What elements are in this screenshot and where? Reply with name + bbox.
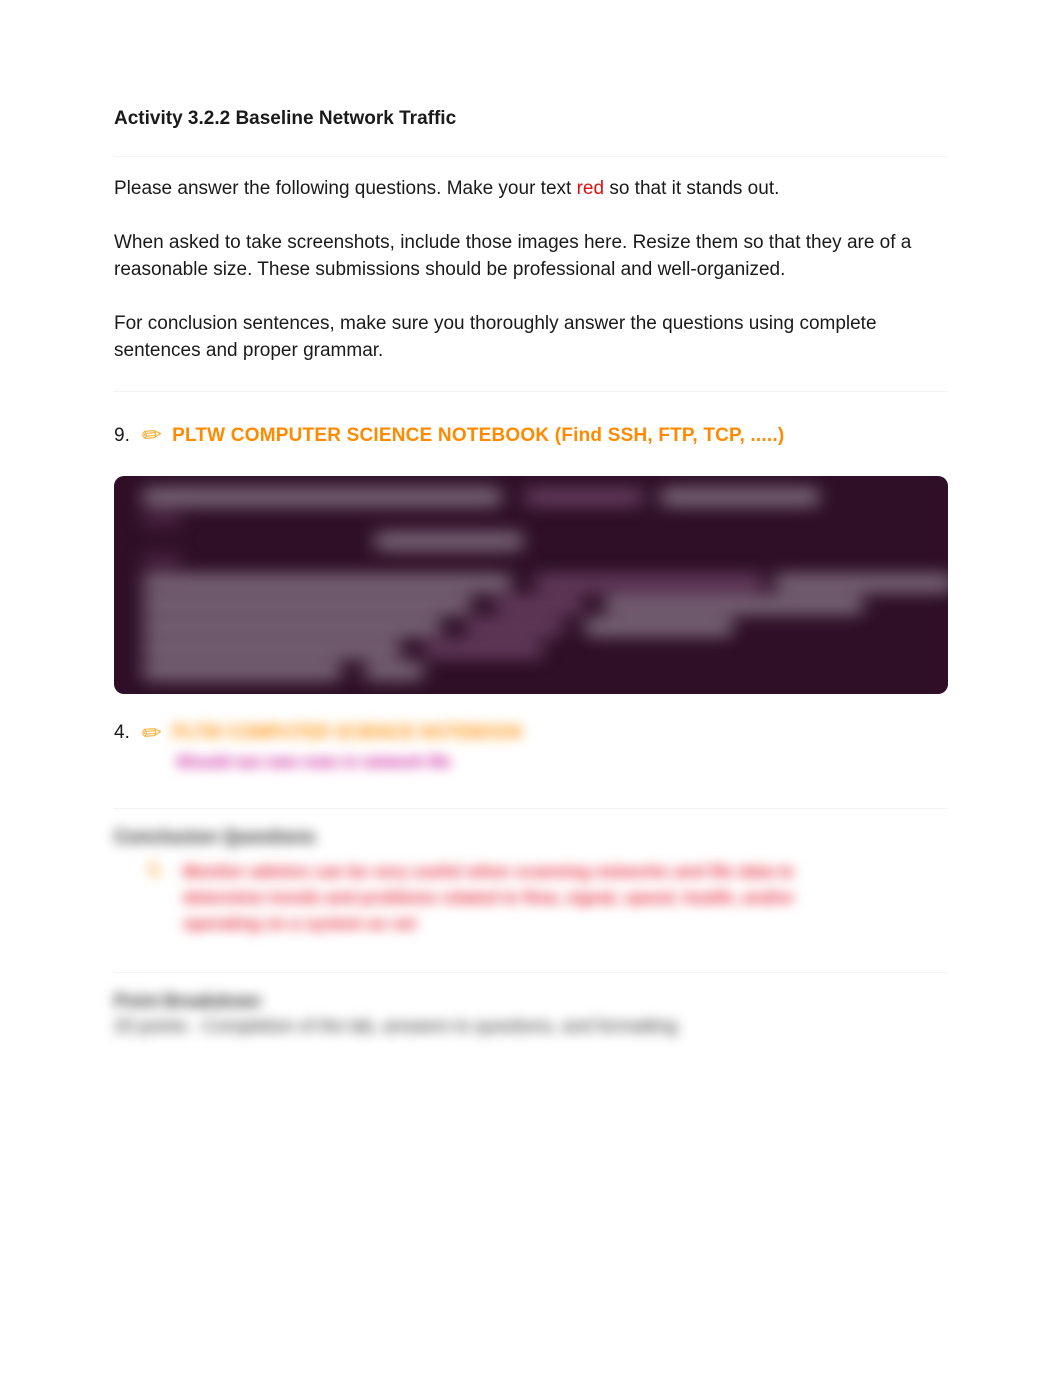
red-word: red (577, 178, 604, 199)
conclusion-item-body-blurred: Monitor admins can be very useful when s… (183, 859, 823, 938)
section-4-row: 4. ✏ PLTW COMPUTER SCIENCE NOTEBOOK (114, 722, 948, 746)
notebook-heading-4-blurred: PLTW COMPUTER SCIENCE NOTEBOOK (172, 722, 524, 743)
conclusion-heading-blurred: Conclusion Questions (114, 827, 948, 849)
conclusion-item: 1. Monitor admins can be very useful whe… (148, 859, 948, 938)
notebook-heading-9: PLTW COMPUTER SCIENCE NOTEBOOK (Find SSH… (172, 425, 784, 447)
conclusion-item-number-blurred: 1. (148, 859, 163, 938)
list-number-4: 4. (114, 722, 132, 744)
divider (114, 156, 948, 157)
document-page: Activity 3.2.2 Baseline Network Traffic … (0, 0, 1062, 1377)
terminal-screenshot (114, 476, 948, 694)
divider (114, 391, 948, 392)
section-4-subtext-blurred: Should see new rows in network file (176, 754, 948, 772)
pencil-icon: ✏ (141, 423, 163, 449)
section-9-row: 9. ✏ PLTW COMPUTER SCIENCE NOTEBOOK (Fin… (114, 424, 948, 448)
list-number-9: 9. (114, 425, 132, 447)
point-breakdown-heading-blurred: Point Breakdown (114, 991, 948, 1012)
activity-title: Activity 3.2.2 Baseline Network Traffic (114, 108, 948, 130)
terminal-blur-layer (114, 476, 948, 694)
divider (114, 808, 948, 809)
divider (114, 972, 948, 973)
text-span: Please answer the following questions. M… (114, 178, 577, 199)
pencil-icon: ✏ (141, 721, 163, 747)
point-breakdown-body-blurred: 20 points - Completion of the lab, answe… (114, 1016, 948, 1037)
intro-paragraph-2: When asked to take screenshots, include … (114, 229, 948, 284)
text-span: so that it stands out. (604, 178, 779, 199)
intro-paragraph-1: Please answer the following questions. M… (114, 175, 948, 203)
intro-paragraph-3: For conclusion sentences, make sure you … (114, 310, 948, 365)
